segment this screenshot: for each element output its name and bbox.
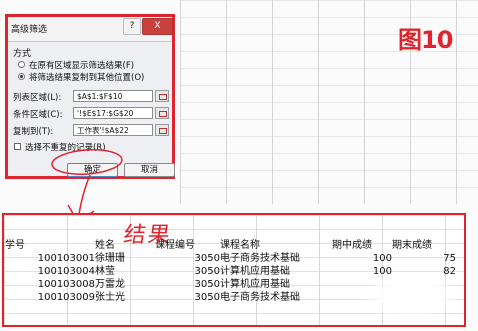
watermark-blur [364,273,459,318]
criteria-range-input[interactable] [73,107,153,119]
table-cell[interactable]: 100103004 [5,265,95,278]
header-cell[interactable]: 期中成绩 [332,239,392,252]
table-cell[interactable]: 电子商务技术基础 [220,291,332,304]
table-cell[interactable]: 3050 [155,265,220,278]
copy-to-label: 复制到(T): [13,127,54,137]
table-cell[interactable]: 100103008 [5,278,95,291]
header-row: 学号 姓名 课程编号 课程名称 期中成绩 期末成绩 [5,239,456,252]
header-cell[interactable]: 期末成绩 [392,239,456,252]
mode-group-label: 方式 [13,49,32,59]
table-cell[interactable]: 林莹 [95,265,155,278]
result-table-area: 结果 学号 姓名 课程编号 课程名称 期中成绩 期末成绩 100103001 徐… [2,213,466,327]
list-range-label: 列表区域(L): [13,93,62,103]
table-cell[interactable]: 3050 [155,252,220,265]
figure-label: 图10 [398,26,453,54]
table-cell[interactable]: 100103009 [5,291,95,304]
unique-records-label: 选择不重复的记录(R) [25,143,106,153]
radio-copy-to-location[interactable] [18,73,25,80]
header-cell[interactable]: 课程名称 [220,239,332,252]
header-cell[interactable]: 课程编号 [155,239,220,252]
cancel-button[interactable]: 取消 [124,163,175,177]
table-cell[interactable]: 3050 [155,291,220,304]
dialog-titlebar[interactable]: 高级筛选 ? X [8,17,173,42]
table-cell[interactable]: 3050 [155,278,220,291]
help-button[interactable]: ? [123,18,141,35]
option-filter-in-place-label: 在原有区域显示筛选结果(F) [29,61,135,71]
copy-to-input[interactable] [73,124,153,136]
list-range-input[interactable] [73,90,153,102]
table-row: 100103001 徐珊珊 3050 电子商务技术基础 100 75 [5,252,456,265]
table-cell[interactable]: 计算机应用基础 [220,265,332,278]
dialog-title: 高级筛选 [11,25,48,35]
close-button[interactable]: X [142,18,173,35]
radio-filter-in-place[interactable] [18,61,25,68]
list-range-picker-icon[interactable] [155,90,169,102]
advanced-filter-dialog: 高级筛选 ? X 方式 在原有区域显示筛选结果(F) 将筛选结果复制到其他位置(… [5,14,175,179]
option-copy-to-location-label: 将筛选结果复制到其他位置(O) [29,73,145,83]
header-cell[interactable]: 姓名 [95,239,155,252]
copy-to-picker-icon[interactable] [155,124,169,136]
table-cell[interactable]: 75 [392,252,456,265]
header-cell[interactable]: 学号 [5,239,95,252]
criteria-range-picker-icon[interactable] [155,107,169,119]
table-cell[interactable]: 100103001 [5,252,95,265]
unique-records-checkbox[interactable] [14,143,21,150]
ok-button[interactable]: 确定 [67,163,118,177]
table-cell[interactable]: 计算机应用基础 [220,278,332,291]
table-cell[interactable]: 徐珊珊 [95,252,155,265]
table-cell[interactable]: 万雷龙 [95,278,155,291]
table-cell[interactable]: 张士光 [95,291,155,304]
table-cell[interactable]: 电子商务技术基础 [220,252,332,265]
table-cell[interactable]: 100 [332,252,392,265]
criteria-range-label: 条件区域(C): [13,110,63,120]
